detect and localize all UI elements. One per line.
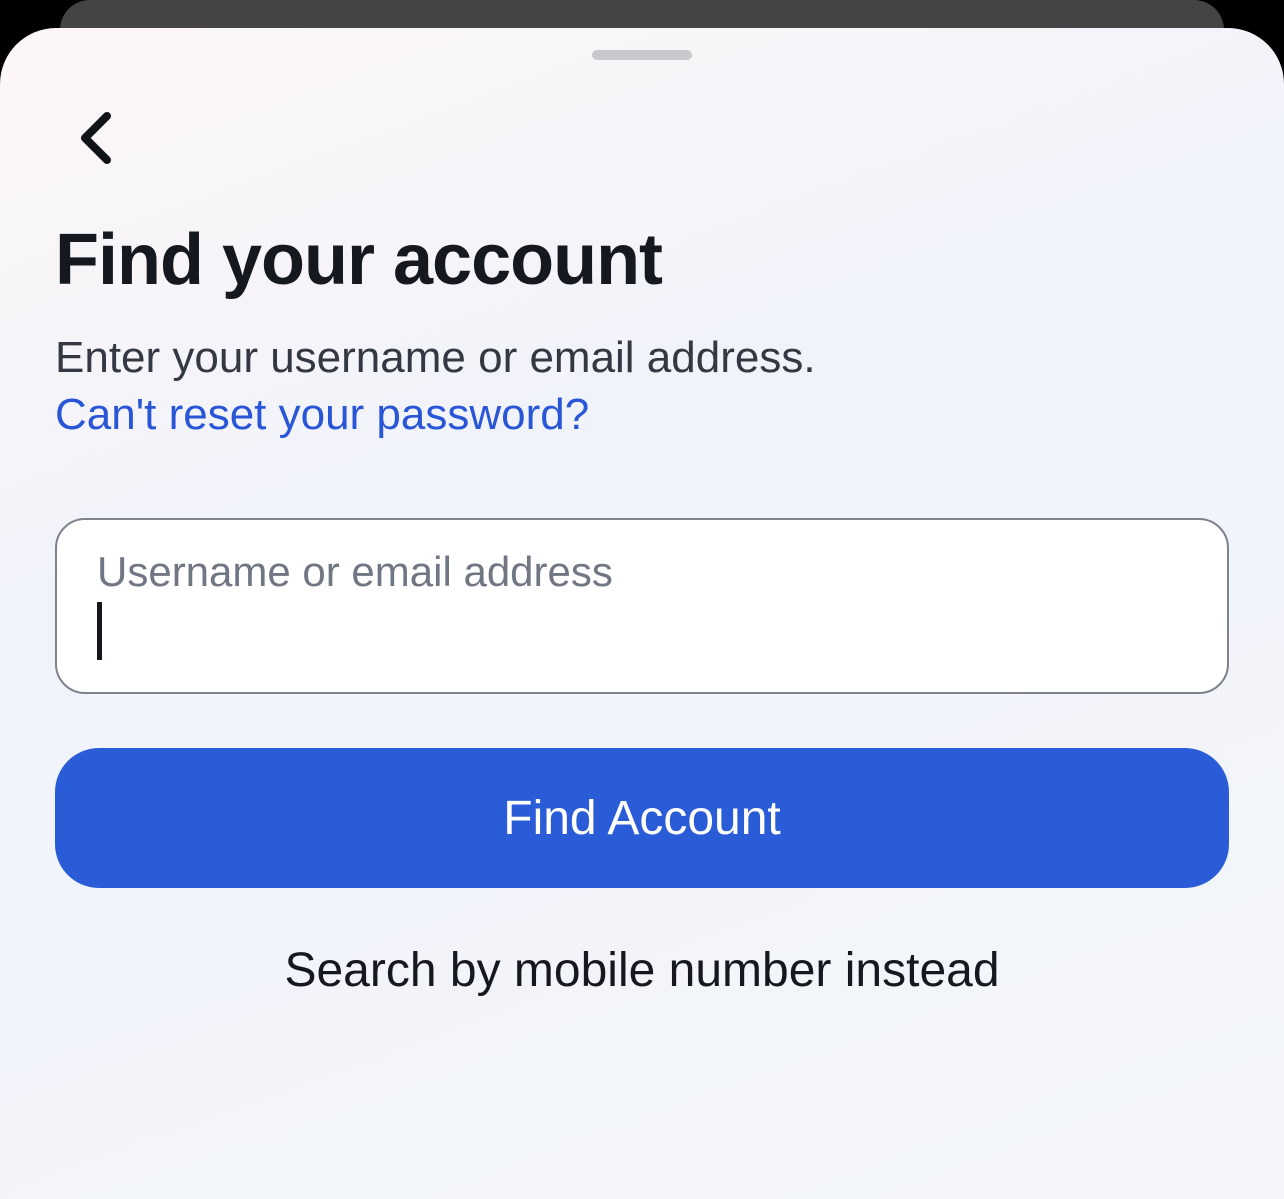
search-by-mobile-link[interactable]: Search by mobile number instead: [55, 943, 1229, 998]
subtitle-block: Enter your username or email address. Ca…: [55, 329, 1229, 443]
input-label: Username or email address: [97, 548, 1187, 596]
modal-sheet: Find your account Enter your username or…: [0, 28, 1284, 1199]
find-account-button[interactable]: Find Account: [55, 748, 1229, 888]
content-area: Find your account Enter your username or…: [0, 60, 1284, 998]
chevron-left-icon: [77, 112, 113, 164]
text-caret: [97, 602, 102, 660]
username-email-input-container[interactable]: Username or email address: [55, 518, 1229, 694]
input-caret-row: [97, 602, 1187, 660]
backdrop-sheet-edge: [60, 0, 1224, 30]
subtitle-text: Enter your username or email address.: [55, 333, 816, 382]
back-button[interactable]: [65, 108, 125, 168]
page-title: Find your account: [55, 219, 1229, 301]
help-link[interactable]: Can't reset your password?: [55, 386, 589, 443]
drag-handle[interactable]: [592, 50, 692, 60]
